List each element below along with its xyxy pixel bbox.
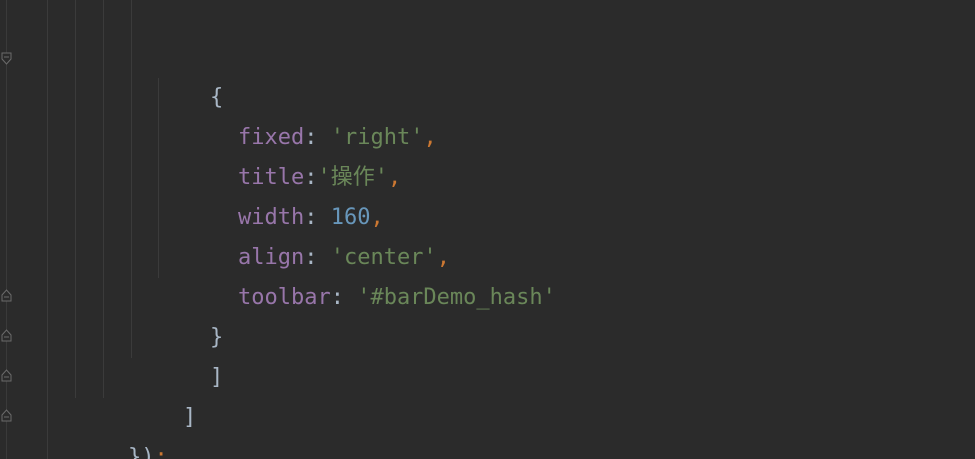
code-line[interactable]: {: [157, 38, 223, 110]
semicolon: ;: [154, 445, 168, 459]
fold-expand-icon[interactable]: [1, 329, 12, 342]
fold-expand-icon[interactable]: [1, 369, 12, 382]
code-line[interactable]: title:'操作',: [185, 118, 401, 190]
code-line[interactable]: fixed: 'right',: [185, 78, 437, 150]
indent-guide: [131, 0, 132, 358]
code-line[interactable]: align: 'center',: [185, 198, 450, 270]
code-line[interactable]: toolbar: '#barDemo_hash': [185, 238, 556, 310]
indent-guide: [47, 0, 48, 459]
code-line[interactable]: ]: [157, 318, 223, 390]
fold-expand-icon[interactable]: [1, 409, 12, 422]
indent-guide: [103, 0, 104, 398]
string-value: '#barDemo_hash': [357, 285, 556, 310]
colon: :: [330, 285, 358, 310]
gutter: [0, 0, 14, 459]
close-bracket: ]: [209, 365, 224, 390]
code-line[interactable]: });: [75, 398, 168, 459]
code-line[interactable]: }: [157, 278, 223, 350]
code-editor[interactable]: { fixed: 'right', title:'操作', width: 160…: [0, 0, 975, 459]
close-bracket: ]: [182, 405, 197, 430]
fold-collapse-icon[interactable]: [1, 52, 12, 65]
fold-expand-icon[interactable]: [1, 289, 12, 302]
comma: ,: [387, 165, 402, 190]
code-line[interactable]: ]: [130, 358, 196, 430]
indent-guide: [75, 0, 76, 398]
comma: ,: [423, 125, 437, 150]
property-key: toolbar: [237, 285, 331, 310]
close-call: }): [127, 445, 155, 459]
code-line[interactable]: width: 160,: [185, 158, 384, 230]
gutter-divider: [6, 0, 7, 459]
